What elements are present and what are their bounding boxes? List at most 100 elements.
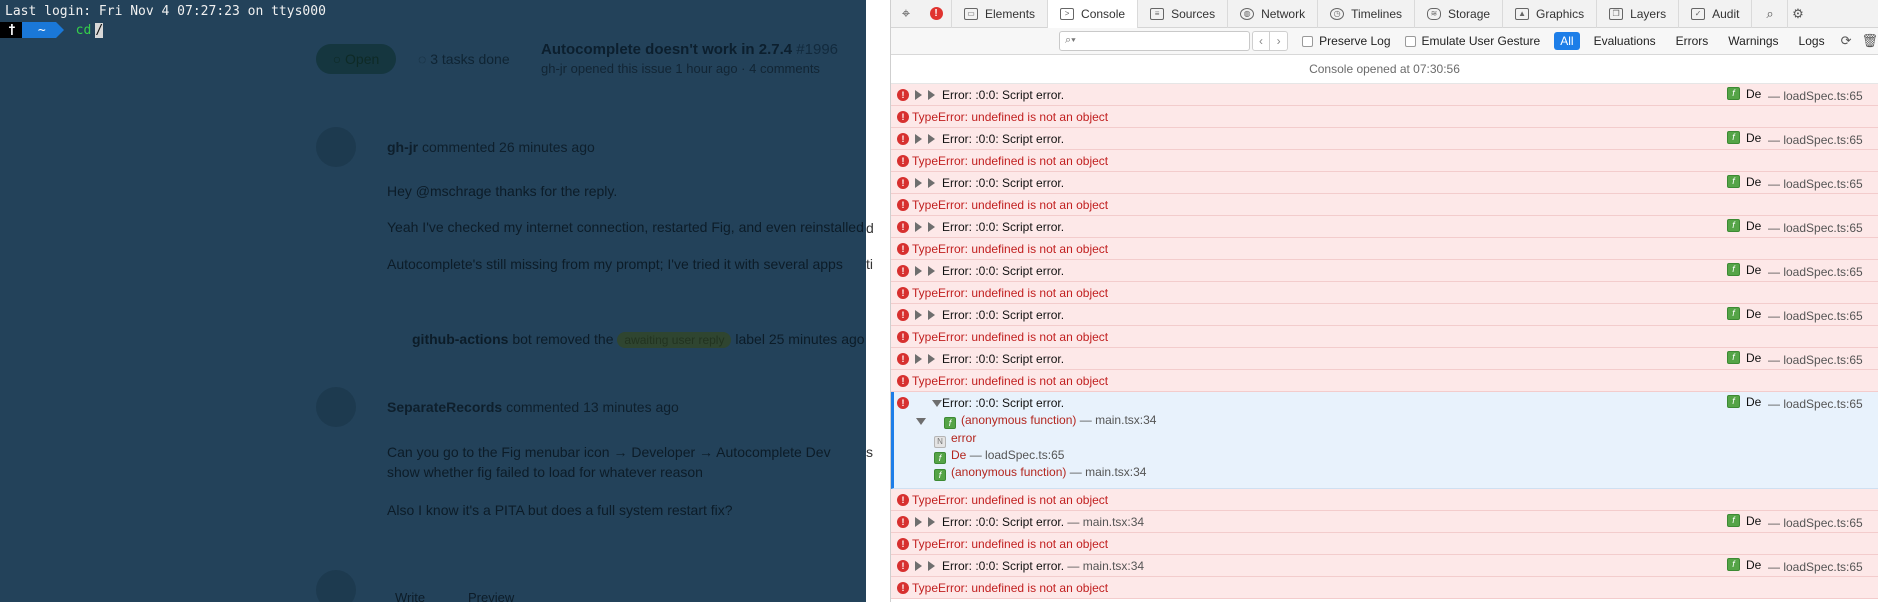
comment-text: Can you go to the Fig menubar icon → Dev… (387, 444, 831, 460)
call-frame-name: De (1746, 175, 1762, 189)
source-link[interactable]: — loadSpec.ts:65 (1768, 265, 1863, 279)
error-message-text: Error: :0:0: Script error. (942, 176, 1065, 190)
console-error-message[interactable]: ! TypeError: undefined is not an object (891, 194, 1878, 216)
console-error-message[interactable]: ! Error: :0:0: Script error. f De — load… (891, 128, 1878, 150)
console-error-message[interactable]: ! TypeError: undefined is not an object (891, 150, 1878, 172)
disclosure-triangle-open-icon[interactable] (916, 418, 926, 425)
last-login-line: Last login: Fri Nov 4 07:27:23 on ttys00… (5, 4, 326, 19)
source-link[interactable]: — loadSpec.ts:65 (1768, 133, 1863, 147)
console-error-message[interactable]: ! TypeError: undefined is not an object (891, 533, 1878, 555)
console-error-message[interactable]: ! TypeError: undefined is not an object (891, 370, 1878, 392)
disclosure-triangle-icon[interactable] (928, 90, 935, 100)
disclosure-triangle-icon[interactable] (928, 517, 935, 527)
type-error-text: TypeError: undefined is not an object (912, 242, 1109, 256)
console-error-message[interactable]: ! Error: :0:0: Script error. f De — load… (891, 216, 1878, 238)
type-error-text: TypeError: undefined is not an object (912, 581, 1109, 595)
filter-all[interactable]: All (1554, 32, 1580, 50)
disclosure-triangle-icon[interactable] (915, 561, 922, 571)
tab-network[interactable]: ◍ Network (1227, 0, 1317, 28)
editor-tab-write: Write (395, 590, 426, 602)
source-link[interactable]: — loadSpec.ts:65 (1768, 89, 1863, 103)
tab-graphics[interactable]: ▲ Graphics (1502, 0, 1596, 28)
disclosure-triangle-icon[interactable] (915, 178, 922, 188)
console-log[interactable]: Console opened at 07:30:56 ! Error: :0:0… (891, 55, 1878, 602)
disclosure-triangle-icon[interactable] (928, 561, 935, 571)
source-link[interactable]: — loadSpec.ts:65 (1768, 560, 1863, 574)
search-icon[interactable]: ⌕ (1751, 0, 1787, 28)
tab-audit[interactable]: ✓ Audit (1678, 0, 1751, 28)
filter-errors[interactable]: Errors (1670, 32, 1715, 50)
console-error-message[interactable]: ! TypeError: undefined is not an object (891, 282, 1878, 304)
disclosure-triangle-icon[interactable] (915, 90, 922, 100)
stack-frame[interactable]: f De — loadSpec.ts:65 (934, 448, 1064, 464)
tab-console[interactable]: > Console (1047, 0, 1138, 28)
comment-author-line: SeparateRecords commented 13 minutes ago (387, 399, 679, 415)
source-link[interactable]: — loadSpec.ts:65 (1768, 177, 1863, 191)
source-link[interactable]: — loadSpec.ts:65 (1768, 221, 1863, 235)
console-filter-input[interactable]: ⌕▾ (1059, 31, 1250, 51)
disclosure-triangle-icon[interactable] (928, 310, 935, 320)
error-icon: ! (897, 243, 909, 255)
disclosure-triangle-open-icon[interactable] (932, 400, 942, 407)
element-picker-icon[interactable]: ⌖ (891, 0, 921, 28)
source-link[interactable]: — loadSpec.ts:65 (1768, 516, 1863, 530)
terminal-window[interactable]: ○ Open ◌ 3 tasks done Autocomplete doesn… (0, 0, 866, 602)
storage-icon: ≋ (1427, 7, 1442, 20)
disclosure-triangle-icon[interactable] (915, 354, 922, 364)
console-error-message[interactable]: ! Error: :0:0: Script error. f De — load… (891, 304, 1878, 326)
console-error-message[interactable]: ! Error: :0:0: Script error. f De — load… (891, 260, 1878, 282)
tab-sources[interactable]: ≡ Sources (1137, 0, 1227, 28)
console-error-message[interactable]: ! Error: :0:0: Script error. f De — load… (891, 84, 1878, 106)
disclosure-triangle-icon[interactable] (928, 178, 935, 188)
disclosure-triangle-icon[interactable] (928, 266, 935, 276)
settings-icon[interactable]: ⚙ (1787, 0, 1807, 28)
source-link[interactable]: — loadSpec.ts:65 (1768, 309, 1863, 323)
disclosure-triangle-icon[interactable] (928, 222, 935, 232)
clear-console-icon[interactable]: 🗑 (1861, 33, 1878, 49)
console-error-message[interactable]: ! TypeError: undefined is not an object (891, 238, 1878, 260)
tab-storage[interactable]: ≋ Storage (1414, 0, 1502, 28)
function-icon: f (934, 469, 946, 481)
console-error-message[interactable]: ! Error: :0:0: Script error. f De — load… (891, 348, 1878, 370)
error-indicator[interactable]: ! (921, 0, 951, 28)
preserve-log-checkbox[interactable]: Preserve Log (1302, 34, 1391, 48)
source-link[interactable]: — loadSpec.ts:65 (1768, 397, 1863, 411)
stack-frame[interactable]: f (anonymous function) — main.tsx:34 (934, 465, 1146, 481)
error-icon: ! (897, 177, 909, 189)
source-link[interactable]: — loadSpec.ts:65 (1768, 353, 1863, 367)
emulate-user-gesture-checkbox[interactable]: Emulate User Gesture (1404, 34, 1540, 48)
call-frame-name: De (1746, 131, 1762, 145)
avatar (316, 127, 356, 167)
previous-match-button[interactable]: ‹ (1251, 31, 1271, 51)
stack-frame[interactable]: f (anonymous function) — main.tsx:34 (944, 413, 1156, 429)
console-error-message[interactable]: ! TypeError: undefined is not an object (891, 577, 1878, 599)
console-error-message[interactable]: ! TypeError: undefined is not an object (891, 326, 1878, 348)
console-error-message[interactable]: ! TypeError: undefined is not an object (891, 489, 1878, 511)
disclosure-triangle-icon[interactable] (915, 222, 922, 232)
reload-icon[interactable]: ⟳ (1841, 33, 1852, 49)
next-match-button[interactable]: › (1270, 31, 1289, 51)
disclosure-triangle-icon[interactable] (915, 517, 922, 527)
tab-elements[interactable]: ▭ Elements (951, 0, 1047, 28)
console-error-expanded[interactable]: ! Error: :0:0: Script error. f De — load… (891, 392, 1878, 489)
console-error-message[interactable]: ! Error: :0:0: Script error. — main.tsx:… (891, 511, 1878, 533)
disclosure-triangle-icon[interactable] (915, 134, 922, 144)
console-error-message[interactable]: ! Error: :0:0: Script error. f De — load… (891, 172, 1878, 194)
disclosure-triangle-icon[interactable] (928, 134, 935, 144)
filter-warnings[interactable]: Warnings (1722, 32, 1784, 50)
disclosure-triangle-icon[interactable] (915, 266, 922, 276)
web-inspector[interactable]: ⌖ ! ▭ Elements > Console ≡ Sources ◍ Network… (890, 0, 1878, 602)
disclosure-triangle-icon[interactable] (928, 354, 935, 364)
filter-logs[interactable]: Logs (1793, 32, 1831, 50)
console-error-message[interactable]: ! Error: :0:0: Script error. — main.tsx:… (891, 555, 1878, 577)
function-icon: f (1727, 514, 1740, 527)
disclosure-triangle-icon[interactable] (915, 310, 922, 320)
console-filter-bar: ⌕▾ ‹ › Preserve Log Emulate User Gesture… (891, 28, 1878, 55)
tab-layers[interactable]: ❐ Layers (1596, 0, 1678, 28)
error-icon: ! (897, 331, 909, 343)
filter-evaluations[interactable]: Evaluations (1588, 32, 1662, 50)
tab-timelines[interactable]: ◷ Timelines (1317, 0, 1414, 28)
error-property[interactable]: Nerror (934, 431, 976, 448)
console-error-message[interactable]: ! TypeError: undefined is not an object (891, 106, 1878, 128)
typed-command[interactable]: cd (76, 23, 92, 38)
